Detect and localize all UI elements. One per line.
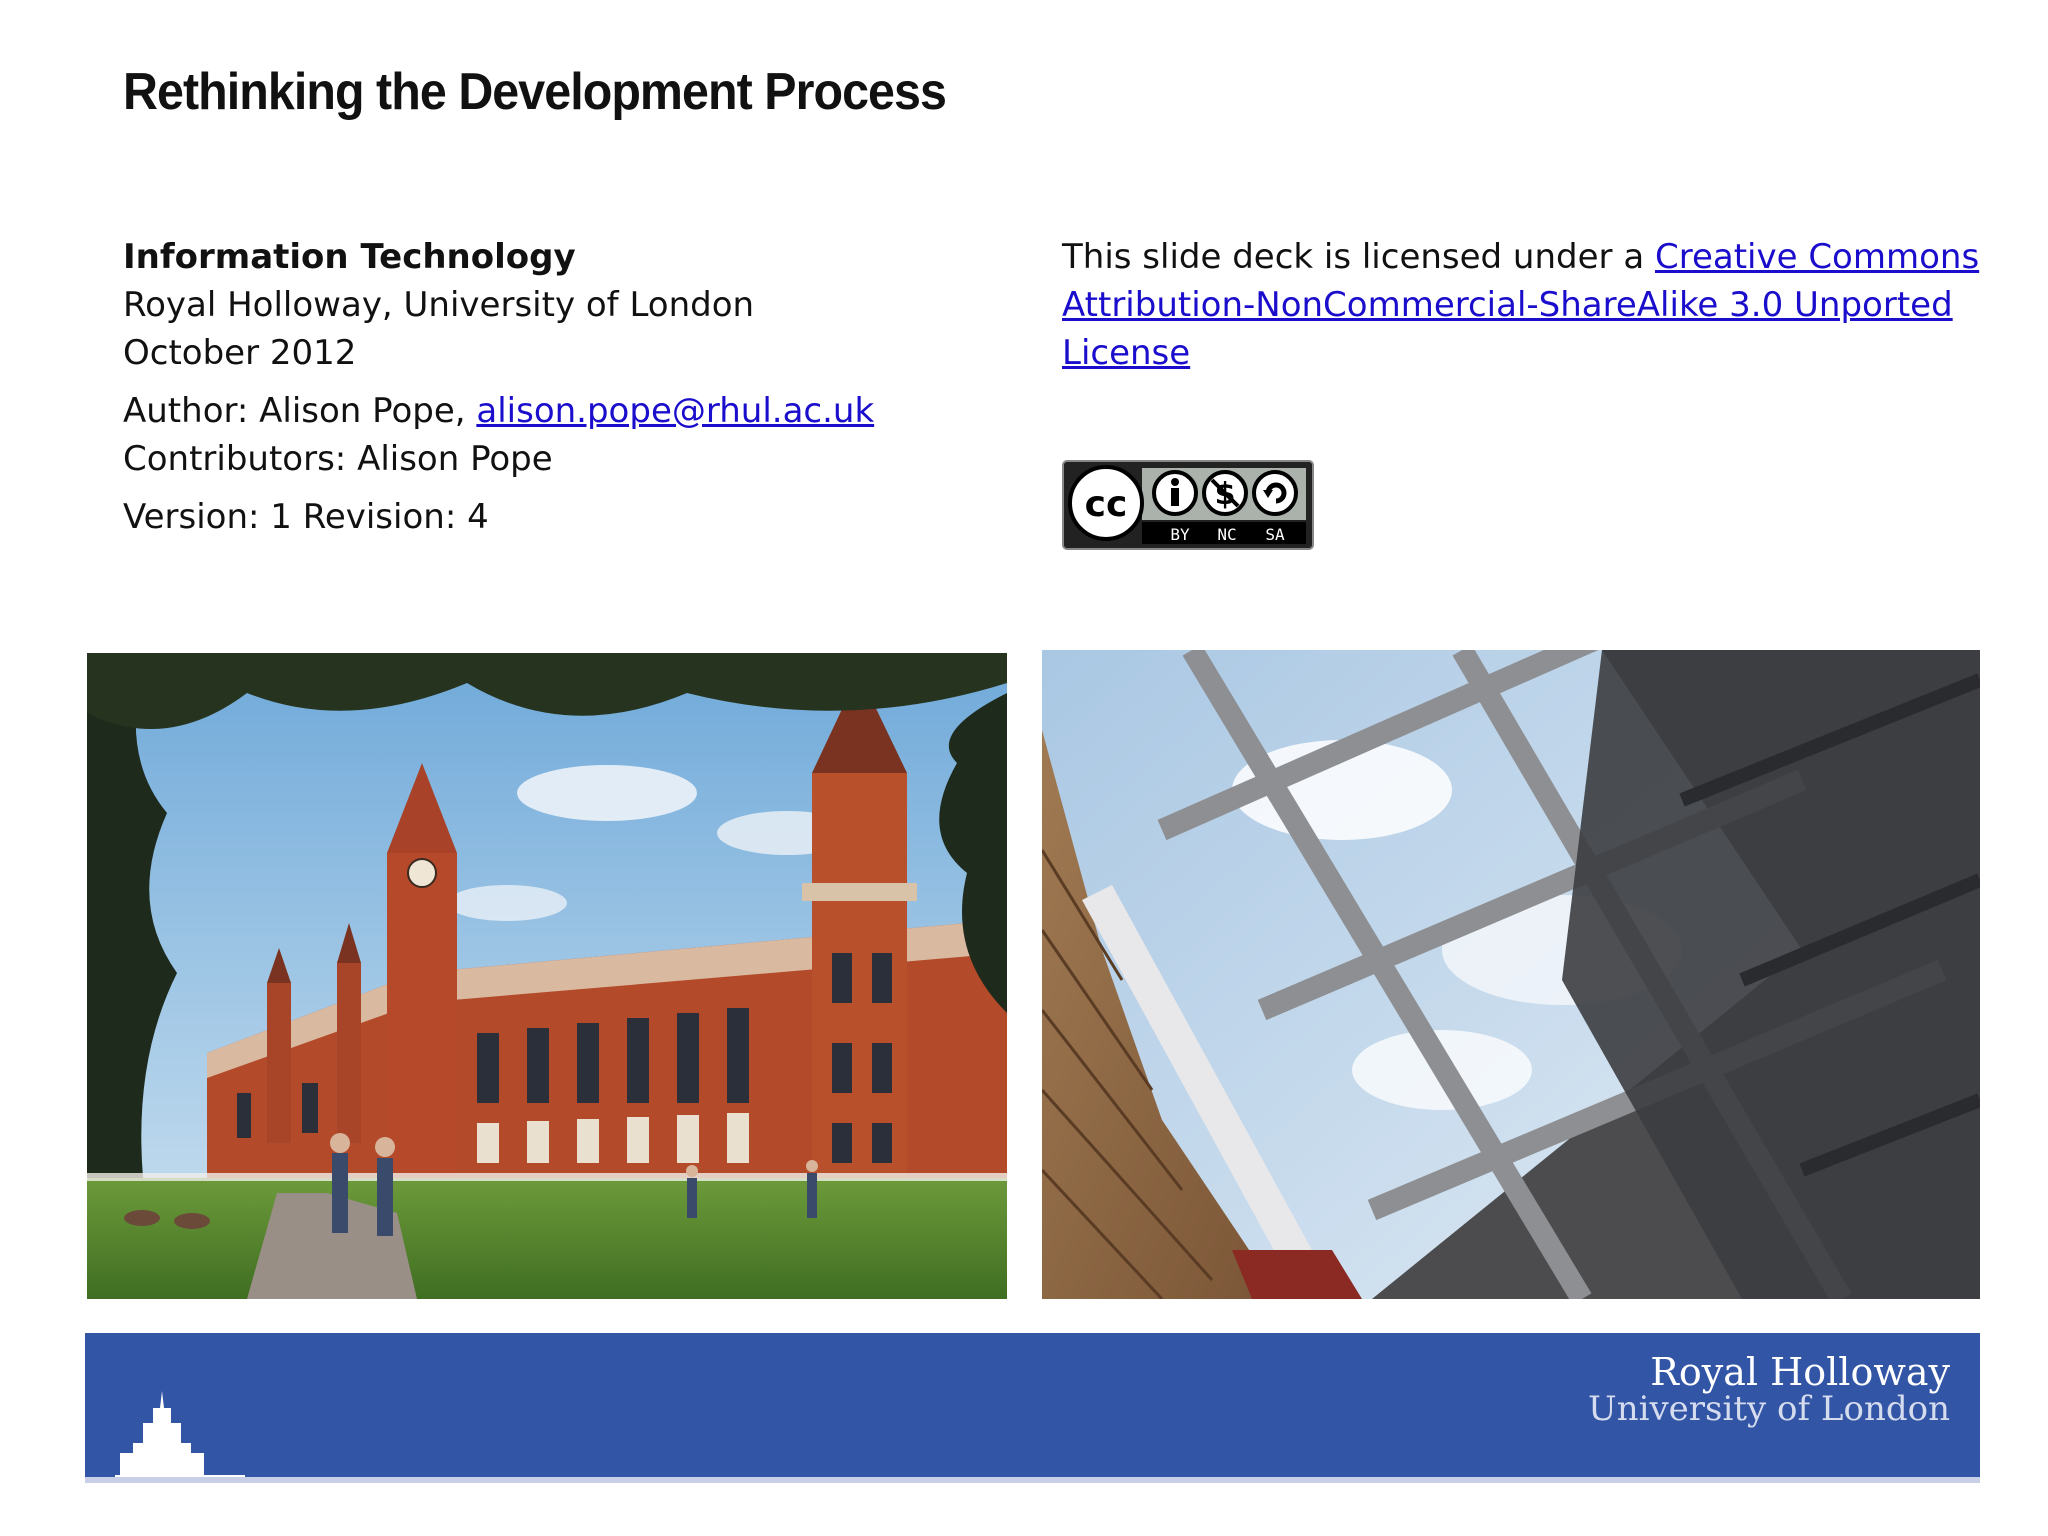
campus-building-photo [87,653,1007,1299]
license-text: This slide deck is licensed under a [1062,237,1655,277]
version-label: Version: 1 Revision: 4 [123,497,489,537]
author-line: Author: Alison Pope, alison.pope@rhul.ac… [123,387,874,435]
author-label: Author: Alison Pope, [123,391,477,431]
institution-label: Royal Holloway, University of London [123,285,755,325]
cc-sa-label: SA [1265,525,1285,544]
license-notice: This slide deck is licensed under a Crea… [1062,233,1982,377]
cc-nc-label: NC [1217,525,1236,544]
cc-by-label: BY [1170,525,1190,544]
contributors-label: Contributors: Alison Pope [123,439,553,479]
date-label: October 2012 [123,333,357,373]
author-email-link[interactable]: alison.pope@rhul.ac.uk [476,391,874,431]
logo-line-royal-holloway: Royal Holloway [1650,1350,1950,1394]
banner-divider [85,1477,1980,1483]
cc-by-nc-sa-badge-icon[interactable]: cc $ BY NC SA [1062,460,1314,550]
slide-title: Rethinking the Development Process [123,63,947,121]
university-banner: Royal Holloway University of London [85,1333,1980,1483]
royal-holloway-logo: Royal Holloway University of London [1588,1353,1950,1427]
modern-building-photo [1042,650,1980,1299]
author-info-block: Information Technology Royal Holloway, U… [123,233,874,541]
logo-line-university-of-london: University of London [1588,1389,1950,1429]
founders-tower-logo-icon [115,1391,245,1481]
department-label: Information Technology [123,237,576,277]
svg-text:cc: cc [1085,484,1128,525]
